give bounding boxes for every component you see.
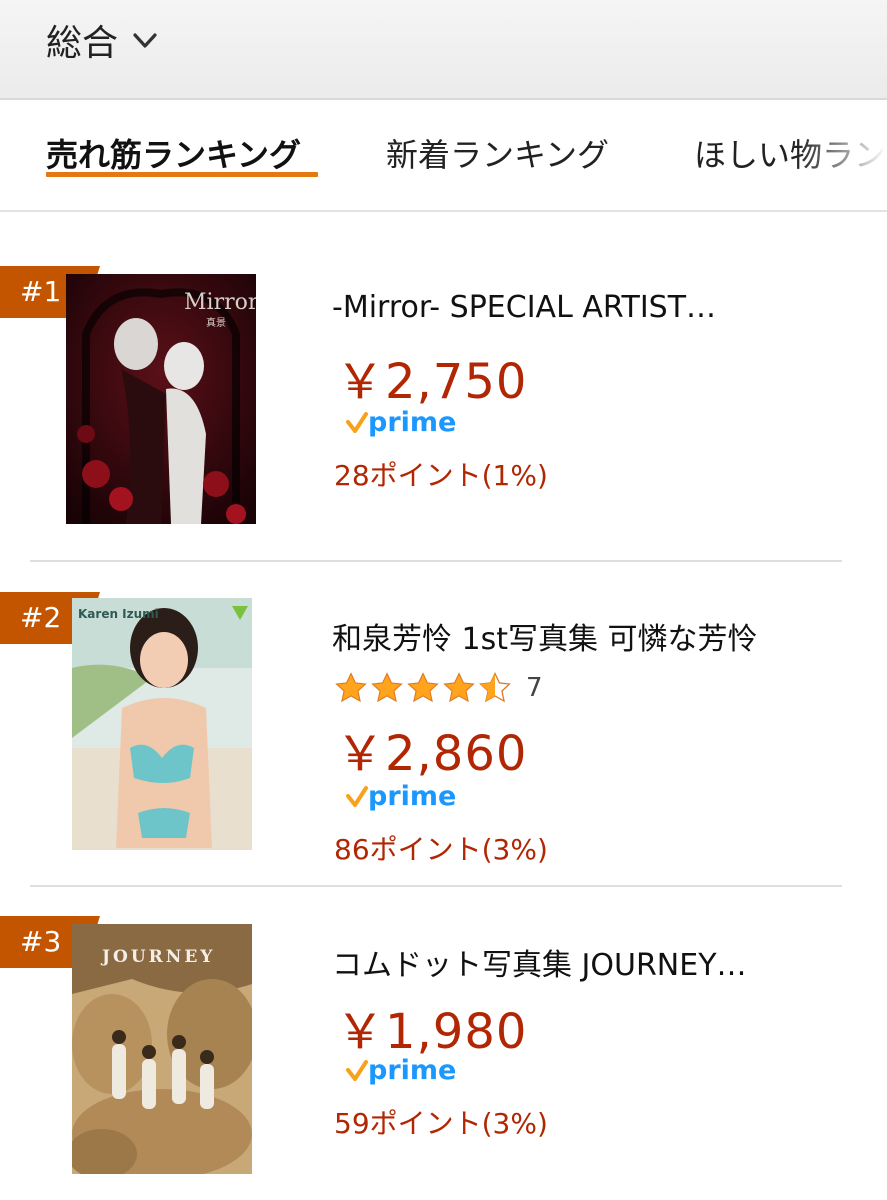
- product-title[interactable]: -Mirror- SPECIAL ARTIST…: [332, 290, 716, 325]
- ranking-tabs: 売れ筋ランキング 新着ランキング ほしい物ランキング: [0, 100, 887, 212]
- chevron-down-icon: [133, 33, 157, 48]
- product-price: ￥2,860: [336, 726, 528, 782]
- product-cover-image[interactable]: Mirror 真景: [66, 274, 256, 524]
- review-count[interactable]: 7: [526, 673, 543, 703]
- svg-text:prime: prime: [368, 407, 456, 438]
- prime-badge-icon: prime: [346, 1055, 456, 1086]
- tab-wishlist-ranking[interactable]: ほしい物ランキング: [694, 130, 887, 176]
- tab-bestsellers[interactable]: 売れ筋ランキング: [46, 130, 301, 176]
- star-full-icon: [335, 672, 367, 703]
- prime-badge-icon: prime: [346, 781, 456, 812]
- product-title[interactable]: 和泉芳怜 1st写真集 可憐な芳怜: [332, 614, 758, 658]
- star-full-icon: [407, 672, 439, 703]
- star-full-icon: [443, 672, 475, 703]
- star-full-icon: [371, 672, 403, 703]
- product-cover-image[interactable]: JOURNEY: [72, 924, 252, 1174]
- svg-text:prime: prime: [368, 781, 456, 812]
- cover-title-text: Mirror: [184, 290, 256, 315]
- product-title[interactable]: コムドット写真集 JOURNEY…: [332, 940, 747, 984]
- top-bar: 総合: [0, 0, 887, 100]
- prime-badge-icon: prime: [346, 407, 456, 438]
- product-points: 28ポイント(1%): [334, 459, 548, 492]
- product-cover-image[interactable]: Karen Izumi: [72, 598, 252, 850]
- product-points: 86ポイント(3%): [334, 833, 548, 866]
- product-points: 59ポイント(3%): [334, 1107, 548, 1140]
- category-label: 総合: [46, 23, 119, 64]
- item-divider: [30, 560, 842, 562]
- svg-text:prime: prime: [368, 1055, 456, 1086]
- star-half-icon: [479, 672, 511, 703]
- cover-title-text: Karen Izumi: [78, 607, 159, 621]
- active-tab-indicator: [46, 172, 318, 177]
- cover-subtitle-text: 真景: [206, 316, 226, 329]
- tab-new-releases[interactable]: 新着ランキング: [386, 130, 609, 176]
- rating-stars[interactable]: 7: [334, 670, 543, 706]
- item-divider: [30, 885, 842, 887]
- cover-title-text: JOURNEY: [100, 947, 215, 967]
- product-price: ￥2,750: [336, 354, 528, 410]
- category-dropdown[interactable]: 総合: [46, 18, 158, 64]
